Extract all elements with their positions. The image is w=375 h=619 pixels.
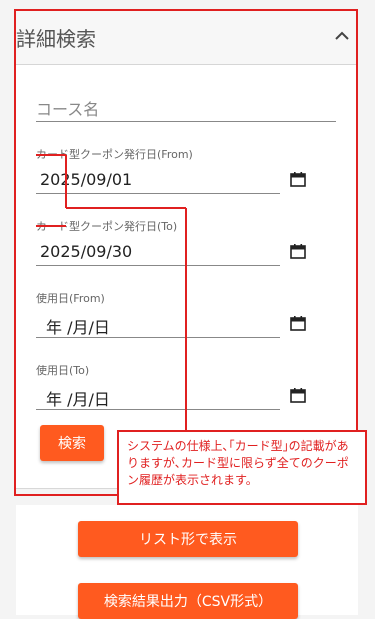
use-date-from-field[interactable]: 使用日(From) 年 /月/日 — [36, 290, 336, 340]
chevron-up-icon[interactable] — [332, 26, 352, 46]
issue-date-from-field[interactable]: カード型クーポン発行日(From) 2025/09/01 — [36, 146, 336, 196]
result-actions-card: リスト形で表示 検索結果出力（CSV形式） — [16, 505, 358, 619]
use-date-to-field[interactable]: 使用日(To) 年 /月/日 — [36, 362, 336, 412]
panel-header[interactable]: 詳細検索 — [16, 10, 358, 65]
search-button[interactable]: 検索 — [40, 425, 104, 461]
csv-export-button[interactable]: 検索結果出力（CSV形式） — [78, 583, 298, 619]
calendar-icon[interactable] — [290, 171, 306, 187]
issue-date-to-field[interactable]: カード型クーポン発行日(To) 2025/09/30 — [36, 218, 336, 268]
course-name-field[interactable]: コース名 — [36, 96, 336, 122]
annotation-note: システムの仕様上､｢カード型｣の記載がありますが､カード型に限らず全てのクーポン… — [117, 430, 367, 505]
calendar-icon[interactable] — [290, 243, 306, 259]
issue-date-from-label: カード型クーポン発行日(From) — [36, 148, 193, 161]
use-date-to-label: 使用日(To) — [36, 364, 90, 377]
calendar-icon[interactable] — [290, 387, 306, 403]
panel-title: 詳細検索 — [16, 27, 96, 51]
list-view-button[interactable]: リスト形で表示 — [78, 521, 298, 557]
course-name-placeholder: コース名 — [36, 100, 100, 119]
calendar-icon[interactable] — [290, 315, 306, 331]
issue-date-to-label: カード型クーポン発行日(To) — [36, 220, 178, 233]
use-date-from-label: 使用日(From) — [36, 292, 105, 305]
advanced-search-panel: 詳細検索 コース名 カード型クーポン発行日(From) 2025/09/01 カ… — [16, 10, 358, 489]
